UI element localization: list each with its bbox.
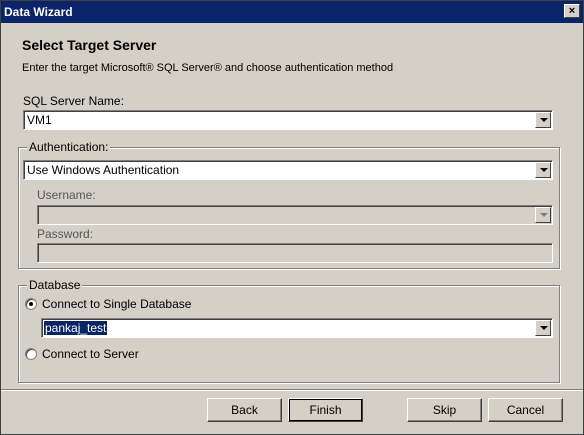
database-group-label: Database (27, 278, 83, 292)
password-field[interactable] (37, 243, 553, 263)
back-button[interactable]: Back (207, 398, 282, 422)
password-label: Password: (37, 227, 94, 241)
data-wizard-window: Data Wizard × Select Target Server Enter… (0, 0, 584, 435)
close-icon: × (568, 5, 576, 17)
username-combo[interactable] (37, 205, 553, 225)
window-title: Data Wizard (4, 5, 73, 19)
connect-single-database-label[interactable]: Connect to Single Database (42, 297, 191, 311)
username-label: Username: (37, 188, 96, 202)
footer-separator (1, 389, 583, 391)
page-subtitle: Enter the target Microsoft® SQL Server® … (22, 62, 394, 74)
server-name-label: SQL Server Name: (23, 94, 124, 108)
connect-single-database-radio[interactable] (25, 298, 37, 310)
chevron-down-icon[interactable] (535, 162, 551, 178)
finish-button[interactable]: Finish (288, 398, 363, 422)
page-title: Select Target Server (22, 37, 157, 53)
database-combo[interactable]: pankaj_test (41, 318, 553, 338)
chevron-down-icon[interactable] (535, 320, 551, 336)
server-name-value: VM1 (27, 113, 52, 127)
chevron-down-icon[interactable] (535, 207, 551, 223)
skip-button[interactable]: Skip (407, 398, 482, 422)
authentication-group-label: Authentication: (27, 140, 111, 154)
database-value: pankaj_test (44, 321, 108, 335)
server-name-combo[interactable]: VM1 (23, 110, 553, 130)
wizard-header: Select Target Server Enter the target Mi… (1, 23, 583, 85)
cancel-button[interactable]: Cancel (488, 398, 563, 422)
authentication-method-value: Use Windows Authentication (27, 163, 180, 177)
connect-server-radio[interactable] (25, 348, 37, 360)
authentication-method-combo[interactable]: Use Windows Authentication (23, 160, 553, 180)
chevron-down-icon[interactable] (535, 112, 551, 128)
close-button[interactable]: × (564, 4, 580, 18)
title-bar[interactable]: Data Wizard × (1, 1, 583, 23)
connect-server-label[interactable]: Connect to Server (42, 347, 139, 361)
